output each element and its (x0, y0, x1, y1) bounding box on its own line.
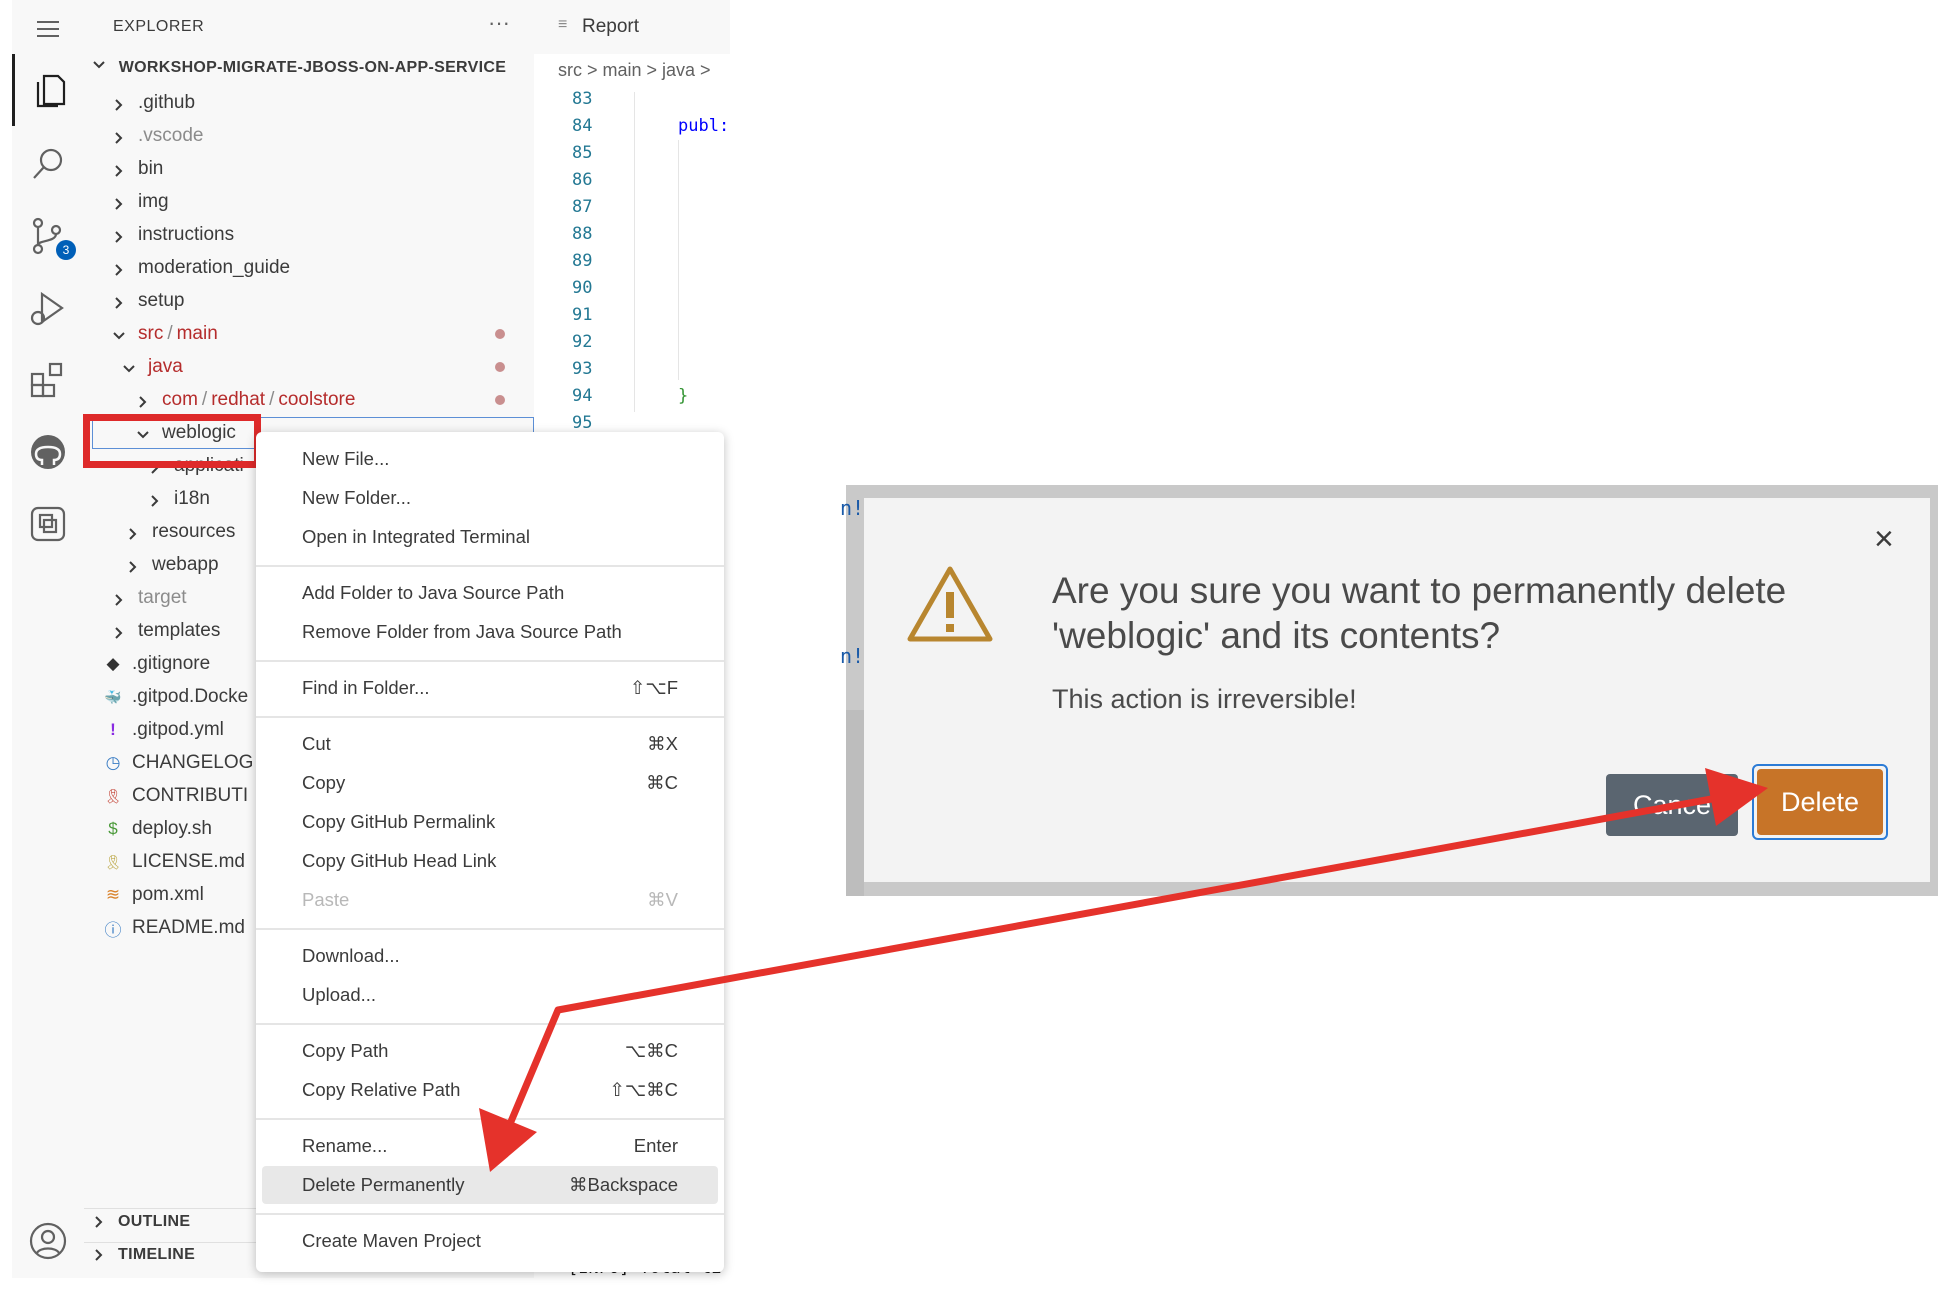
annotation-arrows (479, 768, 1768, 1172)
arrow-head-down (479, 1108, 537, 1172)
arrow-line (495, 787, 1756, 1152)
arrow-head-right (1705, 768, 1768, 826)
